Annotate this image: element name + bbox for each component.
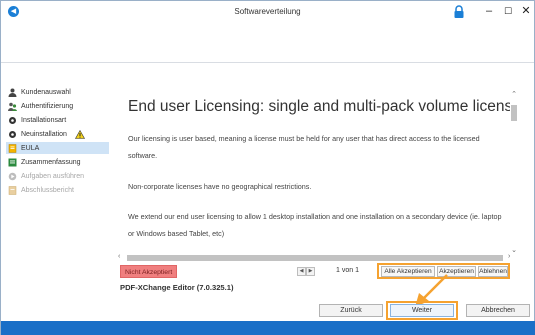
step-label: Neuinstallation bbox=[21, 131, 67, 138]
step-eula[interactable]: EULA bbox=[6, 142, 109, 154]
step-label: Aufgaben ausführen bbox=[21, 173, 85, 180]
step-abschlussbericht: Abschlussbericht bbox=[8, 185, 108, 196]
people-icon bbox=[8, 102, 17, 111]
acceptance-status-badge: Nicht Akzeptiert bbox=[120, 265, 178, 278]
eula-title: End user Licensing: single and multi-pac… bbox=[128, 98, 510, 115]
next-button[interactable]: Weiter bbox=[390, 304, 454, 317]
step-label: Zusammenfassung bbox=[21, 159, 81, 166]
scroll-thumb[interactable] bbox=[511, 105, 517, 121]
scroll-left-icon[interactable]: ‹ bbox=[118, 253, 120, 260]
step-label: Kundenauswahl bbox=[21, 89, 71, 96]
document-icon bbox=[8, 143, 17, 153]
back-button[interactable]: Zurück bbox=[319, 304, 383, 317]
product-name: PDF-XChange Editor (7.0.325.1) bbox=[120, 283, 234, 292]
step-aufgaben-ausfuehren: Aufgaben ausführen bbox=[8, 171, 108, 182]
decline-button[interactable]: Ablehnen bbox=[478, 266, 508, 277]
scroll-right-icon[interactable]: › bbox=[508, 253, 510, 260]
step-label: Installationsart bbox=[21, 117, 67, 124]
step-kundenauswahl[interactable]: Kundenauswahl bbox=[8, 87, 108, 98]
eula-paragraph: We extend our end user licensing to allo… bbox=[128, 212, 502, 238]
eula-paragraph: Non-corporate licenses have no geographi… bbox=[128, 182, 312, 191]
wizard-steps: Kundenauswahl Authentifizierung Installa… bbox=[1, 83, 109, 283]
next-page-button[interactable]: ▶ bbox=[306, 267, 315, 276]
installer-window: ◀ Softwareverteilung – ☐ ✕ Kundenauswahl… bbox=[0, 0, 535, 335]
title-bar: ◀ Softwareverteilung – ☐ ✕ bbox=[1, 1, 534, 23]
step-label: Abschlussbericht bbox=[21, 187, 74, 194]
prev-page-button[interactable]: ◀ bbox=[297, 267, 306, 276]
report-icon bbox=[8, 186, 17, 195]
warning-icon bbox=[74, 130, 85, 139]
scroll-up-icon[interactable]: ⌃ bbox=[509, 91, 519, 99]
scroll-thumb[interactable] bbox=[127, 255, 503, 261]
gear-icon bbox=[9, 131, 16, 138]
pager: ◀ ▶ bbox=[297, 267, 315, 277]
step-neuinstallation[interactable]: Neuinstallation bbox=[8, 129, 108, 140]
close-button[interactable]: ✕ bbox=[519, 4, 533, 18]
maximize-button[interactable]: ☐ bbox=[501, 4, 515, 18]
person-icon bbox=[8, 88, 17, 97]
minimize-button[interactable]: – bbox=[482, 4, 496, 18]
step-label: Authentifizierung bbox=[21, 103, 74, 110]
footer-bar bbox=[1, 321, 535, 335]
horizontal-scrollbar[interactable]: ‹ › bbox=[118, 253, 514, 262]
header-band bbox=[1, 23, 534, 63]
step-label: EULA bbox=[21, 144, 40, 152]
step-authentifizierung[interactable]: Authentifizierung bbox=[8, 101, 108, 112]
lock-icon[interactable] bbox=[452, 5, 466, 19]
eula-paragraph: Our licensing is user based, meaning a l… bbox=[128, 134, 480, 160]
summary-icon bbox=[8, 158, 17, 167]
gear-icon bbox=[9, 117, 16, 124]
eula-content[interactable]: End user Licensing: single and multi-pac… bbox=[110, 82, 510, 262]
cancel-button[interactable]: Abbrechen bbox=[466, 304, 530, 317]
page-indicator: 1 von 1 bbox=[336, 267, 359, 274]
step-installationsart[interactable]: Installationsart bbox=[8, 115, 108, 126]
vertical-scrollbar[interactable]: ⌃ ⌄ bbox=[509, 91, 519, 257]
run-icon bbox=[8, 172, 17, 181]
step-zusammenfassung[interactable]: Zusammenfassung bbox=[8, 157, 108, 168]
